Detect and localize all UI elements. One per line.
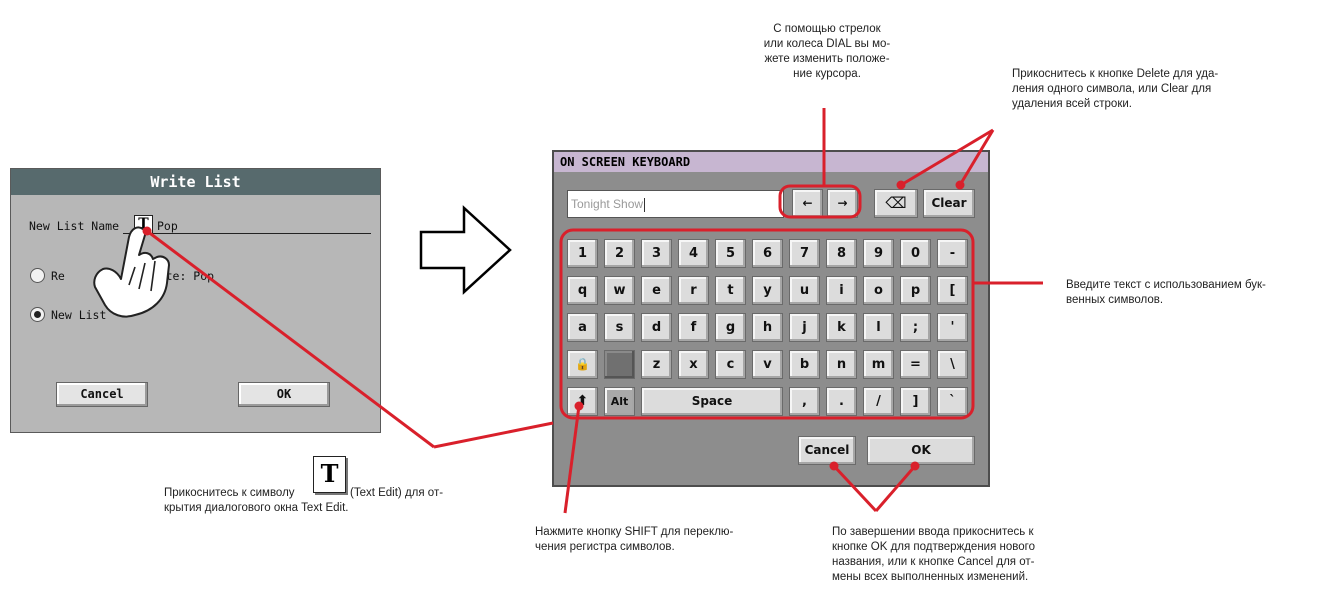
delete-annotation-line: Прикоснитесь к кнопке Delete для уда- [1012,68,1219,80]
key-l[interactable]: l [863,313,894,342]
text-entry-annotation-line: Введите текст с использованием бук- [1066,279,1266,291]
text-edit-annotation-prefix: Прикоснитесь к символу [164,487,295,499]
key-b[interactable]: b [789,350,820,379]
arrows-annotation-line: С помощью стрелок [773,23,881,35]
arrows-annotation-line: ние курсора. [793,68,861,80]
key-o[interactable]: o [863,276,894,305]
replace-radio[interactable] [30,268,45,283]
delete-annotation-line: удаления всей строки. [1012,98,1132,110]
key-y[interactable]: y [752,276,783,305]
hand-pointer-icon [93,226,170,318]
key-f[interactable]: f [678,313,709,342]
key-5[interactable]: 5 [715,239,746,268]
text-edit-annotation-suffix: (Text Edit) для от- [350,487,444,499]
key-3[interactable]: 3 [641,239,672,268]
key-minus[interactable]: - [937,239,968,268]
key-x[interactable]: x [678,350,709,379]
text-edit-icon-large: T [313,456,346,493]
key-p[interactable]: p [900,276,931,305]
key-7[interactable]: 7 [789,239,820,268]
arrows-annotation-line: жете изменить положе- [764,53,890,65]
key-right-bracket[interactable]: ] [900,387,931,416]
key-backtick[interactable]: ` [937,387,968,416]
keyboard-ok-button[interactable]: OK [867,436,975,465]
arrows-annotation: С помощью стрелок или колеса DIAL вы мо-… [742,22,912,82]
key-backslash[interactable]: \ [937,350,968,379]
shift-annotation-line: чения регистра символов. [535,541,675,553]
key-8[interactable]: 8 [826,239,857,268]
key-comma[interactable]: , [789,387,820,416]
key-9[interactable]: 9 [863,239,894,268]
key-h[interactable]: h [752,313,783,342]
cursor-right-button[interactable]: → [827,189,858,218]
text-entry-annotation: Введите текст с использованием бук- венн… [1066,278,1266,308]
key-left-bracket[interactable]: [ [937,276,968,305]
ok-cancel-annotation-line: По завершении ввода прикоснитесь к [832,526,1034,538]
on-screen-keyboard: ON SCREEN KEYBOARD Tonight Show ← → ⌫ Cl… [552,150,990,487]
key-m[interactable]: m [863,350,894,379]
key-a[interactable]: a [567,313,598,342]
key-j[interactable]: j [789,313,820,342]
right-arrow-icon [419,205,512,295]
ok-cancel-annotation-line: кнопке OK для подтверждения нового [832,541,1035,553]
shift-annotation: Нажмите кнопку SHIFT для переклю- чения … [535,525,733,555]
shift-key[interactable]: ⬆ [567,387,598,416]
key-d[interactable]: d [641,313,672,342]
ok-cancel-annotation: По завершении ввода прикоснитесь к кнопк… [832,525,1035,585]
key-n[interactable]: n [826,350,857,379]
ok-cancel-annotation-line: мены всех выполненных изменений. [832,571,1029,583]
key-c[interactable]: c [715,350,746,379]
key-semicolon[interactable]: ; [900,313,931,342]
cursor-left-button[interactable]: ← [792,189,823,218]
text-edit-annotation-line1: Прикоснитесь к символу [164,486,295,501]
key-1[interactable]: 1 [567,239,598,268]
key-s[interactable]: s [604,313,635,342]
text-cursor [644,197,646,212]
text-edit-annotation-line2: крытия диалогового окна Text Edit. [164,502,349,514]
text-input-field[interactable]: Tonight Show [567,190,784,218]
new-list-radio[interactable] [30,307,45,322]
key-4[interactable]: 4 [678,239,709,268]
replace-option-label-left: Re [51,269,65,283]
ok-cancel-annotation-line: названия, или к кнопке Cancel для от- [832,556,1035,568]
key-v[interactable]: v [752,350,783,379]
keyboard-cancel-button[interactable]: Cancel [798,436,856,465]
key-u[interactable]: u [789,276,820,305]
key-slash[interactable]: / [863,387,894,416]
key-q[interactable]: q [567,276,598,305]
keyboard-title: ON SCREEN KEYBOARD [554,152,988,172]
alt-key[interactable]: Alt [604,387,635,416]
key-equals[interactable]: = [900,350,931,379]
key-w[interactable]: w [604,276,635,305]
delete-annotation-line: ления одного символа, или Clear для [1012,83,1212,95]
key-i[interactable]: i [826,276,857,305]
text-entry-annotation-line: венных символов. [1066,294,1164,306]
key-period[interactable]: . [826,387,857,416]
key-apostrophe[interactable]: ' [937,313,968,342]
key-r[interactable]: r [678,276,709,305]
blank-key[interactable] [604,350,635,379]
key-t[interactable]: t [715,276,746,305]
arrows-annotation-line: или колеса DIAL вы мо- [763,38,891,50]
key-6[interactable]: 6 [752,239,783,268]
key-k[interactable]: k [826,313,857,342]
dialog-title: Write List [11,169,380,195]
ok-button[interactable]: OK [238,382,330,407]
key-0[interactable]: 0 [900,239,931,268]
shift-annotation-line: Нажмите кнопку SHIFT для переклю- [535,526,734,538]
key-2[interactable]: 2 [604,239,635,268]
cancel-button[interactable]: Cancel [56,382,148,407]
delete-annotation: Прикоснитесь к кнопке Delete для уда- ле… [1012,67,1218,112]
clear-button[interactable]: Clear [923,189,975,218]
key-g[interactable]: g [715,313,746,342]
caps-lock-key[interactable]: 🔒 [567,350,598,379]
text-input-value: Tonight Show [571,197,644,211]
space-key[interactable]: Space [641,387,783,416]
delete-button[interactable]: ⌫ [874,189,918,218]
radio-selected-dot [34,311,41,318]
key-z[interactable]: z [641,350,672,379]
key-e[interactable]: e [641,276,672,305]
